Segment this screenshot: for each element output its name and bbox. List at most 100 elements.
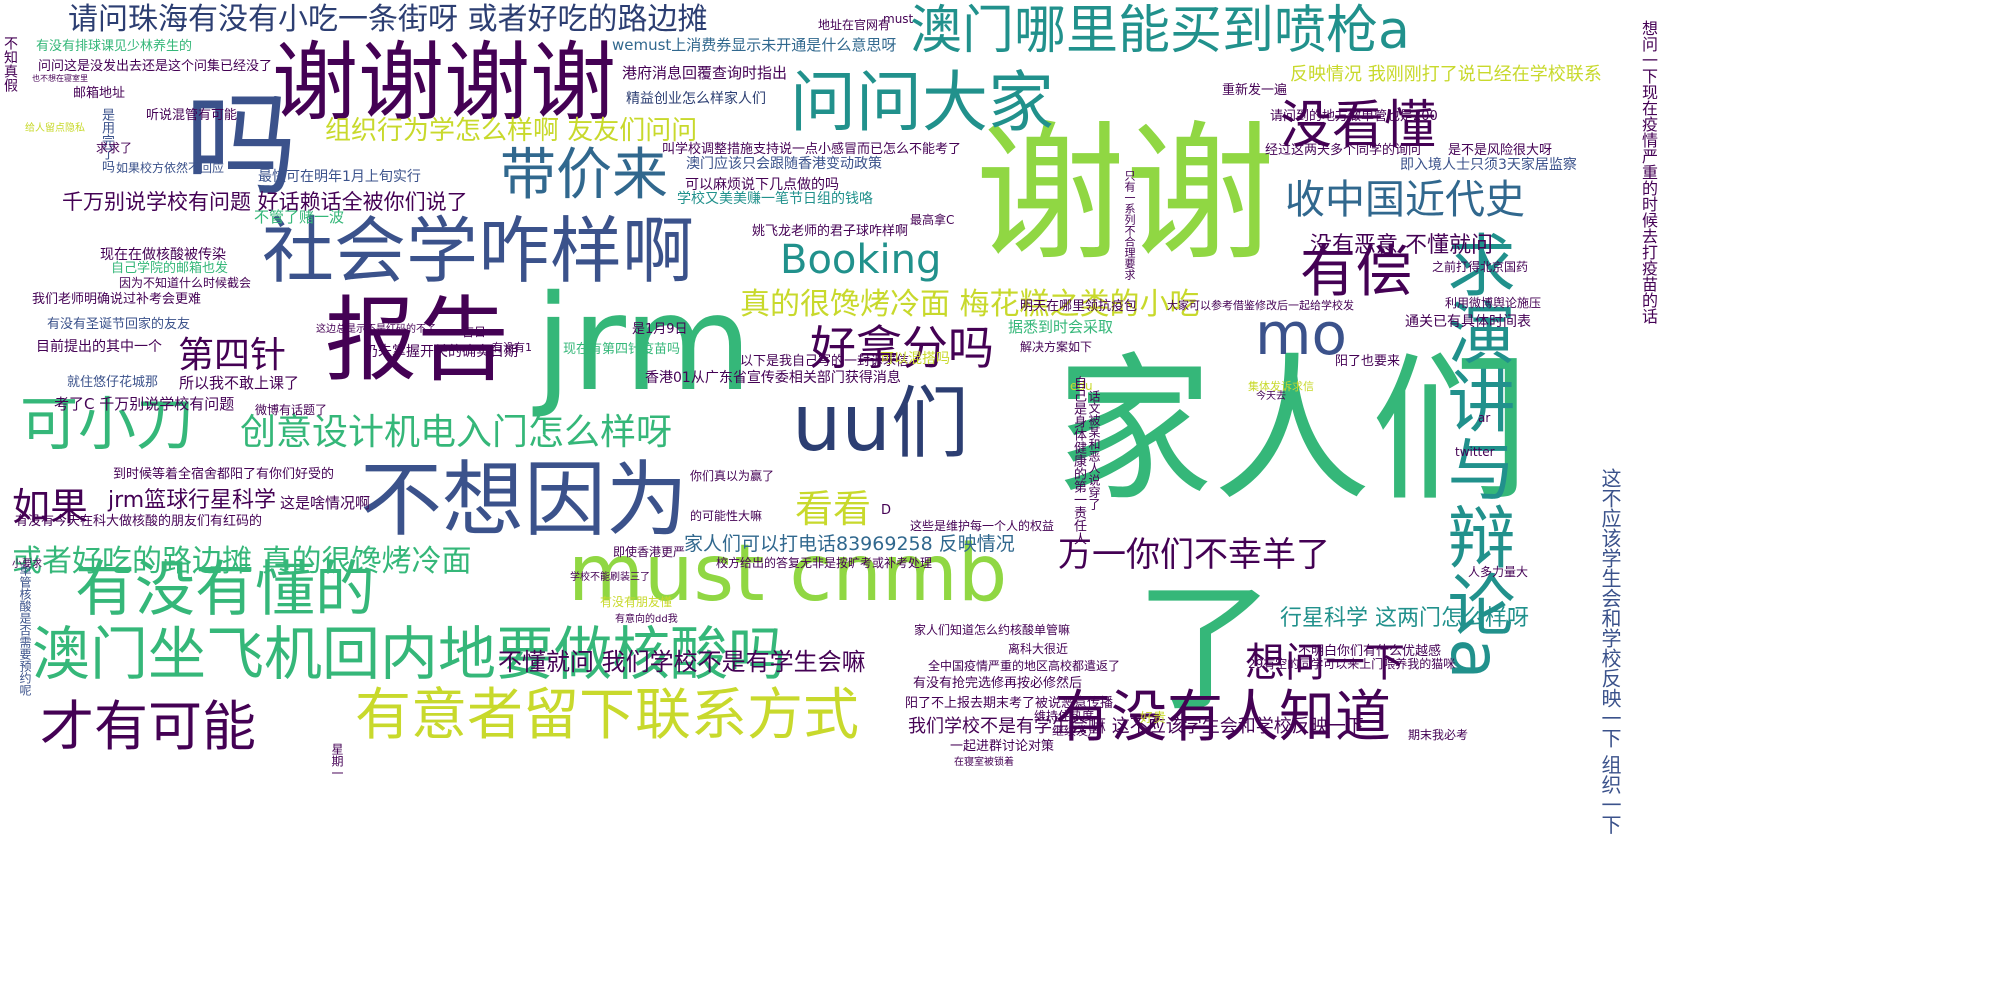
word-wanyi: 万一你们不幸羊了 xyxy=(1058,535,1330,575)
word-youmeiyou-shengdan: 有没有圣诞节回家的友友 xyxy=(47,317,191,332)
word-haizi: 好贵 xyxy=(1140,711,1167,726)
word-wemust: wemust上消费券显示未开通是什么意思呀 xyxy=(612,36,897,54)
word-yaofeilong: 姚飞龙老师的君子球咋样啊 xyxy=(752,224,909,239)
word-xianzai-disi: 现在有第四针疫苗吗 xyxy=(563,342,681,357)
word-aomen-yinggai: 澳门应该只会跟随香港变动政策 xyxy=(686,156,882,172)
word-mo: mo xyxy=(1255,300,1347,368)
word-uu: uu们 xyxy=(792,379,969,469)
word-jiejue: 解决方案如下 xyxy=(1020,340,1093,354)
word-xiao-yao: 小要求 xyxy=(12,559,42,570)
word-dizhi: 地址在官网有 xyxy=(818,18,891,32)
word-jishi: 即使香港更严 xyxy=(613,545,686,559)
word-bu-guan: 不管了赌一波 xyxy=(254,208,345,226)
word-xingxing: 行星科学 这两门怎么样呀 xyxy=(1280,606,1529,631)
word-women: 我们学校不是有学生会嘛 这不应该学生会和学校反映一下 xyxy=(908,716,1364,737)
word-zai-qin: 在寝室被锁着 xyxy=(954,757,1014,768)
word-cloud: 谢谢 家人们 jrm 了 吗 谢谢谢谢 报告 社会学咋样啊 must cnmb … xyxy=(0,0,2000,1000)
word-youmeiyou1: 有没有1 xyxy=(492,341,532,354)
word-yao-qiu: 求求了 xyxy=(96,141,133,155)
word-tingshuo: 听说混管有可能 xyxy=(146,108,238,123)
word-29you: 29有空的同学可以来上门喂养我的猫咪 xyxy=(1248,657,1456,671)
word-meiyoue: 没有恶意 不懂就问 xyxy=(1310,233,1493,258)
word-huozhe: 或者好吃的路边摊 真的很馋烤冷面 xyxy=(12,544,472,579)
word-xuexiao-buneng: 学校不能刷装三了 xyxy=(570,572,650,583)
word-wenwen: 问问大家 xyxy=(790,64,1054,141)
word-tongguan: 通关已有具体时间表 xyxy=(1405,314,1531,330)
word-keyi-hunjiang: 可以混搭吗 xyxy=(880,351,950,367)
word-zhe-xie: 这些是维护每一个人的权益 xyxy=(910,519,1055,533)
word-youmei-paiqiu: 有没有排球课见少林养生的 xyxy=(36,39,193,54)
word-quan-zhongguo: 全中国疫情严重的地区高校都遣返了 xyxy=(928,659,1121,673)
word-mingtian: 明天在哪里领抗疫包 xyxy=(1020,299,1138,314)
word-xianggang01: 香港01从广东省宣传委相关部门获得消息 xyxy=(645,370,901,386)
word-women-laoshi: 我们老师明确说过补考会更难 xyxy=(32,292,202,307)
word-jiushi: 就住悠仔花城那 xyxy=(67,375,159,390)
word-fanying: 反映情况 我刚刚打了说已经在学校联系 xyxy=(1290,64,1602,85)
word-keyi-mafan: 可以麻烦说下几点做的吗 xyxy=(685,177,839,193)
word-xinqi: 星期一 xyxy=(330,743,344,779)
word-zuigaodengC: 最高拿C xyxy=(910,213,955,227)
word-ziji: 自己学院的邮箱也发 xyxy=(111,261,229,276)
word-zhe-zong: 这边总是示不是红码的不了 xyxy=(316,324,436,335)
word-wanren: 人多力量大 xyxy=(1468,565,1529,579)
word-disizhen: 第四针 xyxy=(178,335,287,376)
word-shuxue: 叫学校调整措施支持说一点小感冒而已怎么不能考了 xyxy=(662,142,962,157)
word-xiaofang: 校方给出的答复无非是按旷考或补考处理 xyxy=(716,556,933,570)
word-butiang: 不想因为 xyxy=(360,453,689,548)
word-jixu: 继续发声 xyxy=(1052,724,1101,738)
word-shi-bu: 是不是风险很大呀 xyxy=(1448,143,1553,158)
word-lijie: 离科大很近 xyxy=(1008,642,1069,656)
word-youyi: 有意者留下联系方式 xyxy=(355,683,859,748)
word-qingwen-zhe: 问问这是没发出去还是这个问集已经没了 xyxy=(38,59,273,74)
word-zuikuai: 最快可在明年1月上旬实行 xyxy=(258,169,421,185)
word-twitter: twitter xyxy=(1455,445,1495,459)
word-zuzhi: 组织行为学怎么样啊 友友们问问 xyxy=(325,116,698,146)
word-qimo: 期末我必考 xyxy=(1408,728,1469,742)
word-jiaren-zhidao: 家人们知道怎么约核酸单管嘛 xyxy=(914,623,1071,637)
word-jingyi: 精益创业怎么样家人们 xyxy=(626,91,766,107)
word-daoshi: 到时候等着全宿舍都阳了有你们好受的 xyxy=(113,467,335,482)
word-ju-e: 据悉到时会采取 xyxy=(1008,318,1114,336)
word-yinwei: 因为不知道什么时候截会 xyxy=(119,276,252,290)
word-xuexiao-you: 学校又美美赚一笔节日组的钱咯 xyxy=(677,191,873,207)
word-youmeiyou-youqiang: 有没有抢完选修再按必修然后 xyxy=(913,676,1083,691)
word-danguan: 单管核酸是否需要预约呢 xyxy=(18,564,32,696)
word-gei-ren: 给人留点隐私 xyxy=(25,123,85,134)
word-you-pengyou: 有没有朋友懂 xyxy=(600,595,673,609)
word-shi1yue: 是1月9日 xyxy=(632,322,688,337)
word-chongxin: 重新发一遍 xyxy=(1222,83,1288,98)
word-ziji-shijian: 自己是身体健康的第一责任人 xyxy=(1071,376,1086,545)
word-zheshi: 这是啥情况啊 xyxy=(280,494,371,512)
word-youxiang: 邮箱地址 xyxy=(73,86,126,101)
word-hua-wen: 话文被某和恶人说穿了 xyxy=(1087,390,1101,510)
word-youmeiyou-jintian: 有没有今天在科大做核酸的朋友们有红码的 xyxy=(15,514,263,529)
word-kaole: 考了C 千万别说学校有问题 xyxy=(54,395,235,413)
word-ar: ar xyxy=(1478,411,1491,425)
word-keneng: 的可能性大嘛 xyxy=(690,509,763,523)
word-xingxingkexue: 行星科学 xyxy=(188,488,277,513)
word-jingguo: 经过这两天多个同学的询问 xyxy=(1265,143,1422,158)
word-yeke: 也不想在寝室里 xyxy=(32,74,88,83)
word-yangle: 阳了也要来 xyxy=(1335,354,1401,369)
word-suoyi: 所以我不敢上课了 xyxy=(179,374,300,392)
word-xiexiexiexie: 谢谢谢谢 xyxy=(272,33,616,133)
word-baogao: 报告 xyxy=(325,287,510,394)
word-xiangwen-v: 想问一下现在疫情严重的时候去打疫苗的话 xyxy=(1639,20,1658,324)
word-budong: 不懂就问 我们学校不是有学生会嘛 xyxy=(498,648,866,676)
word-liyong: 利用微博舆论施压 xyxy=(1445,296,1542,310)
word-jiri: 吉日 xyxy=(462,325,487,339)
word-shouzhongguo: 收中国近代史 xyxy=(1285,177,1525,223)
word-yiqi: 一起进群讨论对策 xyxy=(950,739,1055,754)
word-jrm-lanqiu: jrm篮球 xyxy=(108,488,189,513)
word-ji-ru: 即入境人士只须3天家居监察 xyxy=(1400,157,1577,173)
word-zhiyou: 只有一系列不合理要求 xyxy=(1123,170,1136,280)
word-xianzai: 现在在做核酸被传染 xyxy=(100,247,226,263)
word-weihu: 维持住热度 xyxy=(1034,709,1095,723)
word-penqiang: 澳门哪里能买到喷枪a xyxy=(910,1,1410,61)
word-daijia: 带价来 xyxy=(500,143,668,208)
word-weibo: 微博有话题了 xyxy=(255,403,328,417)
word-you-xiang2: 有意向的dd我 xyxy=(615,614,678,625)
word-dajia-keyi: 大家可以参考借鉴修改后一起给学校发 xyxy=(1167,299,1354,312)
word-zhuhai: 请问珠海有没有小吃一条街呀 或者好吃的路边摊 xyxy=(68,2,708,37)
word-zheyingbu: 这不应该学生会和学校反映一下 组织一下 xyxy=(1598,468,1622,835)
